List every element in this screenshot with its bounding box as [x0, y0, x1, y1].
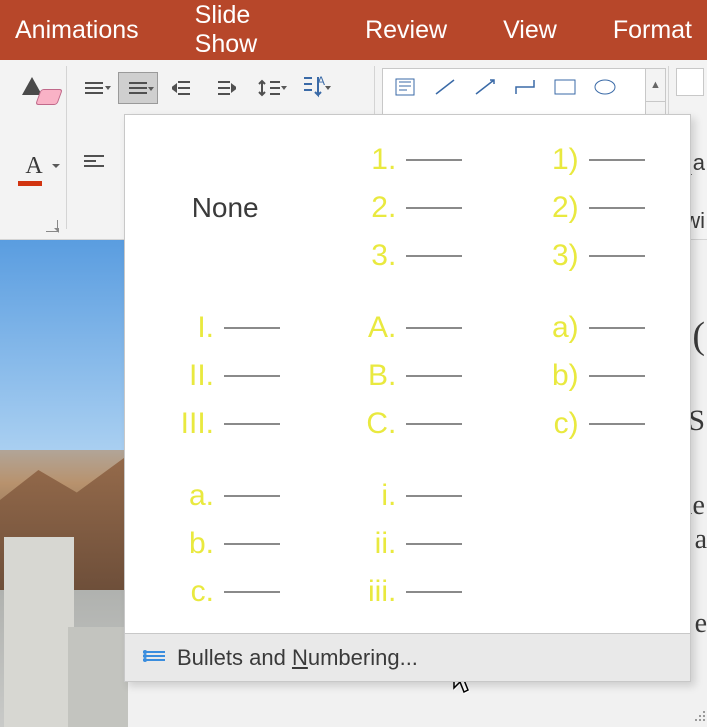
tab-format[interactable]: Format — [613, 16, 692, 45]
bg-text: a — [695, 524, 707, 556]
paragraph-group: A — [74, 72, 334, 104]
list-icon — [143, 649, 165, 667]
shape-textbox-icon[interactable] — [387, 73, 423, 101]
numbering-option-lower-alpha-period[interactable]: a. b. c. — [143, 469, 307, 619]
decrease-indent-button[interactable] — [162, 72, 202, 104]
numbering-option-decimal-paren[interactable]: 1) 2) 3) — [508, 133, 672, 283]
shape-arrow-icon[interactable] — [467, 73, 503, 101]
font-dialog-launcher[interactable] — [46, 220, 58, 232]
numbering-option-lower-alpha-paren[interactable]: a) b) c) — [508, 301, 672, 451]
separator — [66, 66, 67, 229]
bg-text: e — [695, 608, 707, 640]
menu-label: Bullets and Numbering... — [177, 645, 418, 671]
numbering-button[interactable] — [118, 72, 158, 104]
increase-indent-button[interactable] — [206, 72, 246, 104]
svg-text:A: A — [317, 75, 325, 88]
line-spacing-button[interactable] — [250, 72, 290, 104]
tab-animations[interactable]: Animations — [15, 16, 139, 45]
numbering-option-lower-roman[interactable]: i. ii. iii. — [325, 469, 489, 619]
quick-styles-button[interactable] — [676, 68, 704, 96]
shape-rect-icon[interactable] — [547, 73, 583, 101]
shape-oval-icon[interactable] — [587, 73, 623, 101]
shape-elbow-icon[interactable] — [507, 73, 543, 101]
bullets-and-numbering-menu-item[interactable]: Bullets and Numbering... — [125, 633, 690, 681]
resize-handle-icon — [687, 707, 705, 721]
clear-formatting-button[interactable] — [20, 75, 60, 115]
slide-thumbnail — [0, 240, 128, 727]
numbering-option-decimal-period[interactable]: 1. 2. 3. — [325, 133, 489, 283]
numbering-option-upper-roman[interactable]: I. II. III. — [143, 301, 307, 451]
text-direction-button[interactable]: A — [294, 72, 334, 104]
tab-view[interactable]: View — [503, 16, 557, 45]
bg-text: a — [693, 150, 705, 176]
align-left-button[interactable] — [74, 146, 114, 178]
bg-text: ( — [692, 314, 705, 358]
numbering-option-upper-alpha[interactable]: A. B. C. — [325, 301, 489, 451]
numbering-dropdown: None 1. 2. 3. 1) 2) 3) I. II. III. A. B.… — [124, 114, 691, 682]
bullets-button[interactable] — [74, 72, 114, 104]
font-color-button[interactable]: A — [18, 150, 50, 182]
ribbon-tabs: Animations Slide Show Review View Format — [0, 0, 707, 60]
numbering-option-none[interactable]: None — [143, 133, 307, 283]
shape-line-icon[interactable] — [427, 73, 463, 101]
tab-slideshow[interactable]: Slide Show — [195, 1, 309, 59]
none-label: None — [192, 192, 259, 224]
tab-review[interactable]: Review — [365, 16, 447, 45]
